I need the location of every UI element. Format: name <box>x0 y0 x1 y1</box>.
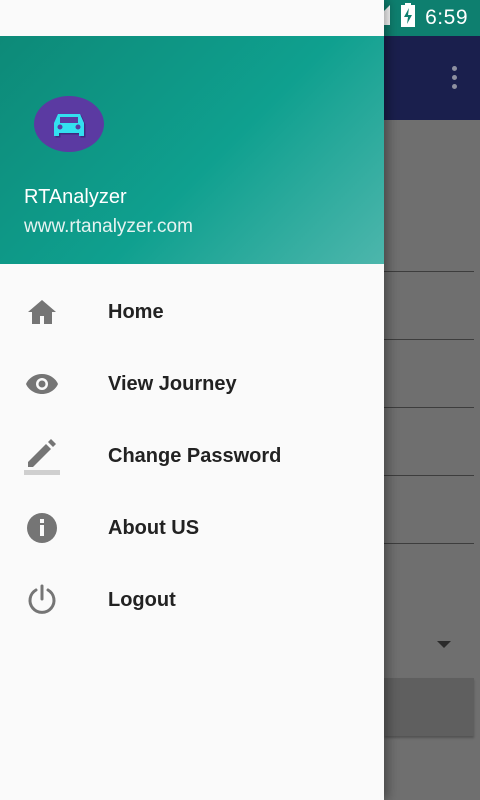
home-icon <box>24 294 60 330</box>
menu-item-about-us[interactable]: About US <box>0 492 384 564</box>
field-divider <box>384 339 474 340</box>
navigation-drawer: RTAnalyzer www.rtanalyzer.com Home View … <box>0 0 384 800</box>
menu-item-label: View Journey <box>108 372 237 395</box>
field-divider <box>384 271 474 272</box>
app-name: RTAnalyzer <box>24 186 127 208</box>
background-button[interactable] <box>384 678 474 736</box>
overflow-menu-icon[interactable] <box>452 66 458 92</box>
menu-item-label: About US <box>108 516 200 539</box>
menu-item-label: Home <box>108 300 164 323</box>
drawer-header: RTAnalyzer www.rtanalyzer.com <box>0 36 384 264</box>
menu-item-change-password[interactable]: Change Password <box>0 420 384 492</box>
battery-charging-icon <box>401 3 416 33</box>
status-time: 6:59 <box>425 6 468 29</box>
eye-icon <box>24 366 60 402</box>
dropdown-arrow-icon[interactable] <box>437 641 451 648</box>
pencil-icon <box>24 438 60 475</box>
field-divider <box>384 407 474 408</box>
power-icon <box>24 582 60 618</box>
menu-item-home[interactable]: Home <box>0 276 384 348</box>
car-icon <box>54 114 86 138</box>
menu-item-label: Change Password <box>108 444 282 467</box>
app-avatar <box>34 96 104 152</box>
field-divider <box>384 475 474 476</box>
app-url: www.rtanalyzer.com <box>24 216 193 237</box>
menu-item-logout[interactable]: Logout <box>0 564 384 636</box>
info-icon <box>24 510 60 546</box>
drawer-menu: Home View Journey Change Password About … <box>0 276 384 636</box>
menu-item-label: Logout <box>108 588 176 611</box>
menu-item-view-journey[interactable]: View Journey <box>0 348 384 420</box>
field-divider <box>384 543 474 544</box>
